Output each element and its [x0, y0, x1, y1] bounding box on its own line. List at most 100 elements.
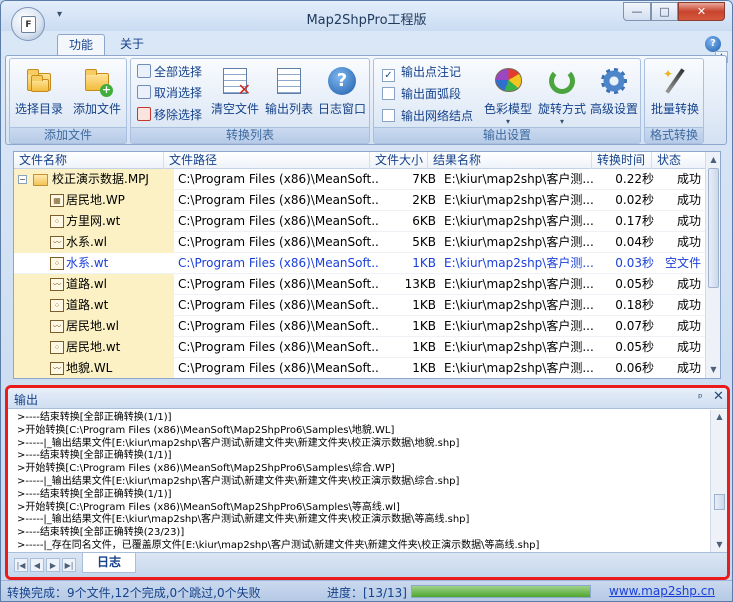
deselect-icon [137, 85, 151, 99]
progress-bar [411, 585, 591, 598]
scroll-up-icon[interactable]: ▲ [707, 153, 720, 167]
folder-plus-icon: + [81, 65, 113, 97]
file-size-cell: 1KB [412, 256, 436, 270]
close-button[interactable]: ✕ [678, 2, 725, 21]
select-all-button[interactable]: 全部选择 [137, 62, 202, 82]
file-size-cell: 13KB [404, 277, 436, 291]
table-row[interactable]: ⁘ 方里网.wt C:\Program Files (x86)\MeanSoft..… [14, 211, 706, 232]
title-bar: ▾ Map2ShpPro工程版 — □ ✕ [1, 1, 732, 31]
deselect-button[interactable]: 取消选择 [137, 83, 202, 103]
maximize-button[interactable]: □ [651, 2, 678, 21]
column-status[interactable]: 状态 [652, 152, 706, 169]
app-logo-icon: F [21, 16, 36, 33]
nav-next-icon[interactable]: ▶ [46, 558, 60, 572]
result-name-cell: E:\kiur\map2shp\客户测... [444, 298, 594, 312]
file-size-cell: 1KB [412, 298, 436, 312]
advanced-settings-button[interactable]: 高级设置 [588, 63, 640, 127]
file-path-cell: C:\Program Files (x86)\MeanSoft... [178, 277, 380, 291]
clear-files-button[interactable]: ✕ 清空文件 [209, 63, 261, 127]
group-output-settings: ✓ 输出点注记 输出面弧段 输出网络结点 色彩模型 ▾ 旋转方式 ▾ 高级设置 输… [373, 58, 641, 144]
area-file-icon: ▦ [50, 194, 64, 207]
file-list[interactable]: 文件名称 文件路径 文件大小 结果名称 转换时间 状态 − 校正演示数据.MPJ… [13, 151, 721, 379]
scroll-down-icon[interactable]: ▼ [713, 538, 726, 552]
file-name-cell: ⁘ 水系.wt [14, 253, 174, 274]
column-file-name[interactable]: 文件名称 [14, 152, 164, 169]
close-panel-icon[interactable]: ✕ [713, 389, 724, 404]
log-line: >----结束转换[全部正确转换(1/1)] [17, 412, 172, 423]
column-result-name[interactable]: 结果名称 [428, 152, 592, 169]
line-file-icon: 〰 [50, 278, 64, 291]
scroll-up-icon[interactable]: ▲ [713, 410, 726, 424]
result-name-cell: E:\kiur\map2shp\客户测... [444, 340, 594, 354]
pin-icon[interactable]: ᵖ [698, 391, 703, 404]
status-cell: 成功 [676, 214, 701, 228]
scroll-down-icon[interactable]: ▼ [707, 363, 720, 377]
file-list-scrollbar[interactable]: ▲ ▼ [705, 152, 720, 378]
column-convert-time[interactable]: 转换时间 [592, 152, 652, 169]
table-row[interactable]: 〰居民地.wl C:\Program Files (x86)\MeanSoft..… [14, 316, 706, 337]
dropdown-arrow-icon: ▾ [559, 117, 564, 126]
status-cell: 成功 [676, 319, 701, 333]
color-model-button[interactable]: 色彩模型 ▾ [482, 63, 534, 127]
file-name-cell: 〰道路.wl [14, 274, 174, 295]
file-size-cell: 1KB [412, 361, 436, 375]
application-menu-button[interactable]: F [11, 7, 45, 41]
rotate-mode-button[interactable]: 旋转方式 ▾ [536, 63, 588, 127]
remove-icon [137, 107, 151, 121]
file-name-cell: ⁘ 道路.wt [14, 295, 174, 316]
tree-collapse-icon[interactable]: − [18, 175, 27, 184]
table-row[interactable]: ▦ 居民地.WP C:\Program Files (x86)\MeanSoft..… [14, 190, 706, 211]
palette-icon [492, 65, 524, 97]
add-file-button[interactable]: + 添加文件 [68, 63, 126, 127]
minimize-button[interactable]: — [623, 2, 651, 21]
log-line: >----结束转换[全部正确转换(1/1)] [17, 488, 172, 500]
app-window: ▾ Map2ShpPro工程版 — □ ✕ F 功能 关于 ? ▲ 选择目录 +… [0, 0, 733, 602]
output-tab-strip: |◀ ◀ ▶ ▶| 日志 [8, 552, 727, 577]
nav-last-icon[interactable]: ▶| [62, 558, 76, 572]
output-arc-checkbox[interactable]: 输出面弧段 [382, 84, 461, 104]
convert-time-cell: 0.05秒 [615, 340, 654, 354]
log-line: >----结束转换[全部正确转换(1/1)] [17, 450, 172, 462]
tab-functions[interactable]: 功能 [57, 34, 105, 56]
point-file-icon: ⁘ [50, 299, 64, 312]
output-list-button[interactable]: 输出列表 [263, 63, 315, 127]
gear-icon [598, 65, 630, 97]
log-scrollbar[interactable]: ▲ ▼ [710, 410, 727, 552]
scroll-thumb[interactable] [708, 168, 719, 288]
website-link[interactable]: www.map2shp.cn [609, 584, 715, 598]
folder-icon [33, 174, 48, 186]
table-row[interactable]: 〰水系.wl C:\Program Files (x86)\MeanSoft...… [14, 232, 706, 253]
output-point-note-checkbox[interactable]: ✓ 输出点注记 [382, 62, 461, 82]
log-text-area[interactable]: >----结束转换[全部正确转换(1/1)] >开始转换[C:\Program F… [8, 410, 710, 552]
table-row[interactable]: ⁘ 水系.wt C:\Program Files (x86)\MeanSoft...… [14, 253, 706, 274]
group-format-convert: ✦ 批量转换 格式转换 [644, 58, 704, 144]
convert-time-cell: 0.06秒 [615, 361, 654, 375]
scroll-thumb[interactable] [714, 494, 725, 510]
log-window-button[interactable]: ? 日志窗口 [316, 63, 368, 127]
column-file-size[interactable]: 文件大小 [370, 152, 428, 169]
nav-first-icon[interactable]: |◀ [14, 558, 28, 572]
help-icon[interactable]: ? [705, 36, 721, 52]
table-row[interactable]: 〰地貌.WL C:\Program Files (x86)\MeanSoft...… [14, 358, 706, 378]
group-convert-list: 全部选择 取消选择 移除选择 ✕ 清空文件 输出列表 ? 日志窗口 转换列表 [130, 58, 370, 144]
log-line: >-----|_存在同名文件，已覆盖原文件[E:\kiur\map2shp\客户… [17, 539, 540, 551]
status-cell: 成功 [676, 277, 701, 291]
select-directory-button[interactable]: 选择目录 [12, 63, 66, 127]
convert-time-cell: 0.03秒 [615, 256, 654, 270]
table-row[interactable]: ⁘ 居民地.wt C:\Program Files (x86)\MeanSoft..… [14, 337, 706, 358]
tab-log[interactable]: 日志 [82, 553, 136, 573]
table-row[interactable]: 〰道路.wl C:\Program Files (x86)\MeanSoft...… [14, 274, 706, 295]
column-file-path[interactable]: 文件路径 [164, 152, 370, 169]
log-line: >-----|_输出结果文件[E:\kiur\map2shp\客户测试\新建文件… [17, 437, 460, 449]
tree-root-row[interactable]: − 校正演示数据.MPJ C:\Program Files (x86)\Mean… [14, 169, 706, 190]
tab-about[interactable]: 关于 [113, 34, 151, 56]
result-name-cell: E:\kiur\map2shp\客户测... [444, 361, 594, 375]
batch-convert-button[interactable]: ✦ 批量转换 [647, 63, 703, 127]
nav-prev-icon[interactable]: ◀ [30, 558, 44, 572]
remove-selected-button[interactable]: 移除选择 [137, 105, 202, 125]
group-label-add-files: 添加文件 [10, 127, 126, 143]
table-row[interactable]: ⁘ 道路.wt C:\Program Files (x86)\MeanSoft...… [14, 295, 706, 316]
output-grid-nodes-checkbox[interactable]: 输出网络结点 [382, 106, 473, 126]
file-name-cell: 〰水系.wl [14, 232, 174, 253]
convert-time-cell: 0.05秒 [615, 277, 654, 291]
